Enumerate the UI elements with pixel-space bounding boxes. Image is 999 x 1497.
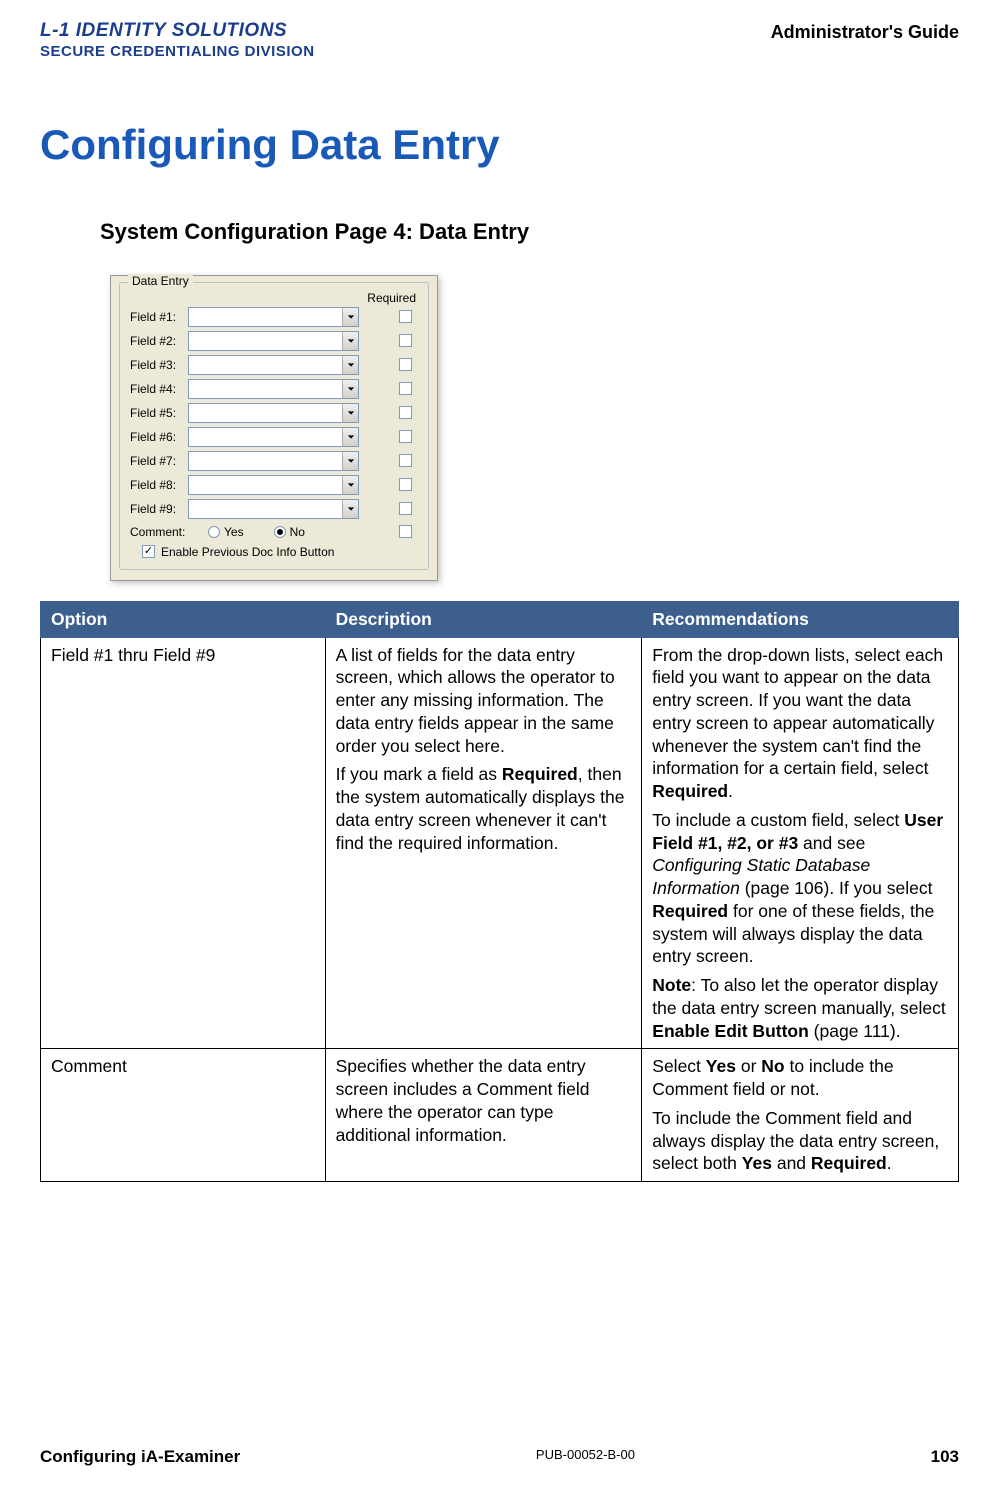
field-4-required-checkbox[interactable] bbox=[399, 382, 412, 395]
comment-row: Comment: Yes No bbox=[130, 525, 418, 539]
desc-para: A list of fields for the data entry scre… bbox=[336, 644, 632, 758]
chevron-down-icon bbox=[342, 476, 358, 494]
field-label: Field #3: bbox=[130, 358, 188, 372]
field-label: Field #8: bbox=[130, 478, 188, 492]
desc-para: If you mark a field as Required, then th… bbox=[336, 763, 632, 854]
field-4-dropdown[interactable] bbox=[188, 379, 359, 399]
rec-para: Select Yes or No to include the Comment … bbox=[652, 1055, 948, 1101]
footer-section-title: Configuring iA-Examiner bbox=[40, 1447, 240, 1467]
description-cell: A list of fields for the data entry scre… bbox=[325, 637, 642, 1049]
field-9-required-checkbox[interactable] bbox=[399, 502, 412, 515]
chevron-down-icon bbox=[342, 500, 358, 518]
field-row: Field #1: bbox=[130, 307, 418, 327]
description-cell: Specifies whether the data entry screen … bbox=[325, 1049, 642, 1182]
logo-line-2: SECURE CREDENTIALING DIVISION bbox=[40, 43, 315, 61]
field-8-dropdown[interactable] bbox=[188, 475, 359, 495]
col-recommendations: Recommendations bbox=[642, 601, 959, 637]
sub-heading: System Configuration Page 4: Data Entry bbox=[100, 219, 959, 245]
chevron-down-icon bbox=[342, 356, 358, 374]
field-9-dropdown[interactable] bbox=[188, 499, 359, 519]
rec-para: To include a custom field, select User F… bbox=[652, 809, 948, 968]
company-logo: L-1 IDENTITY SOLUTIONS SECURE CREDENTIAL… bbox=[40, 20, 315, 61]
rec-para: From the drop-down lists, select each fi… bbox=[652, 644, 948, 803]
field-6-dropdown[interactable] bbox=[188, 427, 359, 447]
recommendations-cell: Select Yes or No to include the Comment … bbox=[642, 1049, 959, 1182]
field-label: Field #1: bbox=[130, 310, 188, 324]
footer-pub-number: PUB-00052-B-00 bbox=[536, 1447, 635, 1467]
table-row: Field #1 thru Field #9 A list of fields … bbox=[41, 637, 959, 1049]
col-option: Option bbox=[41, 601, 326, 637]
table-row: Comment Specifies whether the data entry… bbox=[41, 1049, 959, 1182]
required-column-header: Required bbox=[130, 291, 418, 305]
desc-para: Specifies whether the data entry screen … bbox=[336, 1055, 632, 1146]
no-label: No bbox=[290, 525, 305, 539]
enable-prev-doc-label: Enable Previous Doc Info Button bbox=[161, 545, 334, 559]
logo-line-1: L-1 IDENTITY SOLUTIONS bbox=[40, 20, 315, 43]
field-5-required-checkbox[interactable] bbox=[399, 406, 412, 419]
field-row: Field #2: bbox=[130, 331, 418, 351]
field-label: Field #9: bbox=[130, 502, 188, 516]
guide-title: Administrator's Guide bbox=[771, 22, 959, 43]
field-7-dropdown[interactable] bbox=[188, 451, 359, 471]
field-3-required-checkbox[interactable] bbox=[399, 358, 412, 371]
field-row: Field #8: bbox=[130, 475, 418, 495]
options-table: Option Description Recommendations Field… bbox=[40, 601, 959, 1182]
embedded-screenshot: Data Entry Required Field #1: Field #2: … bbox=[110, 275, 959, 581]
footer-page-number: 103 bbox=[931, 1447, 959, 1467]
field-3-dropdown[interactable] bbox=[188, 355, 359, 375]
field-2-dropdown[interactable] bbox=[188, 331, 359, 351]
field-label: Field #5: bbox=[130, 406, 188, 420]
field-5-dropdown[interactable] bbox=[188, 403, 359, 423]
field-8-required-checkbox[interactable] bbox=[399, 478, 412, 491]
chevron-down-icon bbox=[342, 332, 358, 350]
comment-required-checkbox[interactable] bbox=[399, 525, 412, 538]
comment-label: Comment: bbox=[130, 525, 188, 539]
main-heading: Configuring Data Entry bbox=[40, 121, 959, 169]
field-2-required-checkbox[interactable] bbox=[399, 334, 412, 347]
field-row: Field #7: bbox=[130, 451, 418, 471]
field-label: Field #7: bbox=[130, 454, 188, 468]
chevron-down-icon bbox=[342, 428, 358, 446]
page-header: L-1 IDENTITY SOLUTIONS SECURE CREDENTIAL… bbox=[40, 20, 959, 61]
field-row: Field #4: bbox=[130, 379, 418, 399]
comment-yes-radio[interactable] bbox=[208, 526, 220, 538]
field-label: Field #6: bbox=[130, 430, 188, 444]
enable-prev-doc-checkbox[interactable]: ✓ bbox=[142, 545, 155, 558]
field-1-dropdown[interactable] bbox=[188, 307, 359, 327]
chevron-down-icon bbox=[342, 404, 358, 422]
field-row: Field #6: bbox=[130, 427, 418, 447]
field-row: Field #9: bbox=[130, 499, 418, 519]
chevron-down-icon bbox=[342, 380, 358, 398]
fieldset-legend: Data Entry bbox=[128, 274, 193, 288]
field-6-required-checkbox[interactable] bbox=[399, 430, 412, 443]
field-label: Field #2: bbox=[130, 334, 188, 348]
rec-para: Note: To also let the operator display t… bbox=[652, 974, 948, 1042]
field-1-required-checkbox[interactable] bbox=[399, 310, 412, 323]
chevron-down-icon bbox=[342, 308, 358, 326]
page-footer: Configuring iA-Examiner PUB-00052-B-00 1… bbox=[40, 1447, 959, 1467]
chevron-down-icon bbox=[342, 452, 358, 470]
col-description: Description bbox=[325, 601, 642, 637]
field-label: Field #4: bbox=[130, 382, 188, 396]
yes-label: Yes bbox=[224, 525, 244, 539]
comment-no-radio[interactable] bbox=[274, 526, 286, 538]
enable-prev-doc-row: ✓ Enable Previous Doc Info Button bbox=[142, 545, 418, 559]
field-7-required-checkbox[interactable] bbox=[399, 454, 412, 467]
option-cell: Field #1 thru Field #9 bbox=[41, 637, 326, 1049]
field-row: Field #3: bbox=[130, 355, 418, 375]
rec-para: To include the Comment field and always … bbox=[652, 1107, 948, 1175]
field-row: Field #5: bbox=[130, 403, 418, 423]
recommendations-cell: From the drop-down lists, select each fi… bbox=[642, 637, 959, 1049]
option-cell: Comment bbox=[41, 1049, 326, 1182]
